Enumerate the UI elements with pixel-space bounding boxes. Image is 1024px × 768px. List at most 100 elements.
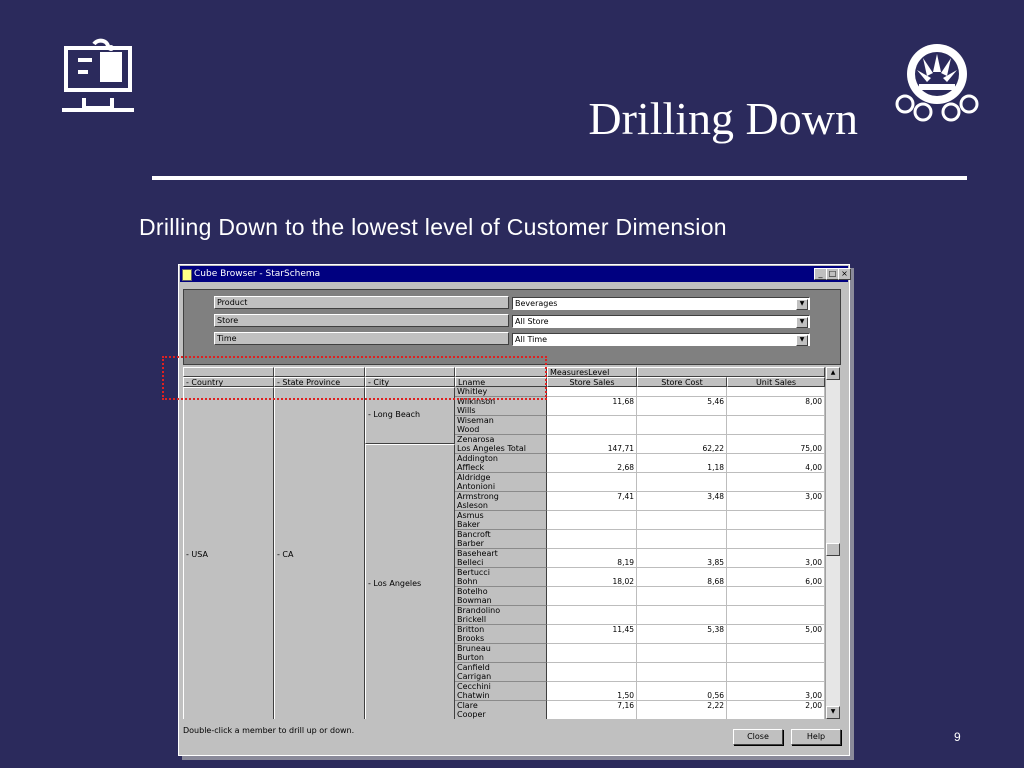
cell-cost[interactable]: 62,22	[637, 444, 727, 454]
lname-member[interactable]: Zenarosa	[455, 434, 547, 445]
cell-units[interactable]	[727, 520, 825, 530]
lname-member[interactable]: Botelho	[455, 586, 547, 597]
cell-sales[interactable]: 7,16	[547, 700, 637, 711]
cell-sales[interactable]	[547, 387, 637, 397]
help-button[interactable]: Help	[791, 729, 841, 745]
window-titlebar[interactable]: Cube Browser - StarSchema _ □ ×	[180, 266, 851, 282]
cell-cost[interactable]	[637, 615, 727, 625]
store-cost-header[interactable]: Store Cost	[637, 377, 727, 387]
lname-member[interactable]: Armstrong	[455, 491, 547, 502]
lname-member[interactable]: Wiseman	[455, 415, 547, 426]
lname-member[interactable]: Baker	[455, 520, 547, 530]
cell-cost[interactable]	[637, 425, 727, 435]
cell-cost[interactable]	[637, 596, 727, 606]
cell-sales[interactable]	[547, 643, 637, 654]
chevron-down-icon[interactable]: ▼	[796, 317, 808, 328]
cell-units[interactable]	[727, 548, 825, 559]
cell-units[interactable]	[727, 710, 825, 719]
cell-cost[interactable]	[637, 510, 727, 521]
lname-member[interactable]: Cooper	[455, 710, 547, 719]
vertical-scrollbar[interactable]: ▲ ▼	[825, 367, 840, 719]
lname-member[interactable]: Carrigan	[455, 672, 547, 682]
cell-units[interactable]: 6,00	[727, 577, 825, 587]
cell-cost[interactable]	[637, 567, 727, 578]
cell-cost[interactable]	[637, 501, 727, 511]
lname-member[interactable]: Affleck	[455, 463, 547, 473]
product-dropdown[interactable]: Beverages ▼	[512, 297, 810, 310]
cell-sales[interactable]: 8,19	[547, 558, 637, 568]
unit-sales-header[interactable]: Unit Sales	[727, 377, 825, 387]
cell-units[interactable]	[727, 596, 825, 606]
cell-cost[interactable]: 5,46	[637, 396, 727, 407]
lname-member[interactable]: Britton	[455, 624, 547, 635]
close-button[interactable]: Close	[733, 729, 783, 745]
cell-sales[interactable]	[547, 529, 637, 540]
scroll-thumb[interactable]	[826, 543, 840, 556]
cell-cost[interactable]: 3,48	[637, 491, 727, 502]
city-member-long-beach[interactable]: - Long Beach	[368, 410, 420, 419]
lname-member[interactable]: Wills	[455, 406, 547, 416]
country-member-usa[interactable]: - USA	[186, 550, 208, 559]
cell-units[interactable]	[727, 643, 825, 654]
cell-sales[interactable]	[547, 539, 637, 549]
cell-sales[interactable]	[547, 596, 637, 606]
lname-member[interactable]: Chatwin	[455, 691, 547, 701]
chevron-down-icon[interactable]: ▼	[796, 335, 808, 346]
cell-units[interactable]: 8,00	[727, 396, 825, 407]
cell-units[interactable]	[727, 425, 825, 435]
cell-cost[interactable]	[637, 548, 727, 559]
cell-units[interactable]: 3,00	[727, 691, 825, 701]
cell-units[interactable]: 3,00	[727, 558, 825, 568]
cell-cost[interactable]	[637, 653, 727, 663]
cell-units[interactable]	[727, 501, 825, 511]
cell-units[interactable]	[727, 482, 825, 492]
cell-units[interactable]	[727, 605, 825, 616]
cell-units[interactable]	[727, 415, 825, 426]
cell-sales[interactable]: 7,41	[547, 491, 637, 502]
lname-member[interactable]: Bohn	[455, 577, 547, 587]
cell-sales[interactable]: 2,68	[547, 463, 637, 473]
lname-member[interactable]: Addington	[455, 453, 547, 464]
lname-member[interactable]: Cecchini	[455, 681, 547, 692]
city-member-los-angeles[interactable]: - Los Angeles	[368, 579, 421, 588]
lname-member[interactable]: Brickell	[455, 615, 547, 625]
cell-cost[interactable]	[637, 406, 727, 416]
cell-units[interactable]	[727, 472, 825, 483]
cell-sales[interactable]	[547, 482, 637, 492]
cell-sales[interactable]	[547, 672, 637, 682]
cell-units[interactable]	[727, 453, 825, 464]
cell-units[interactable]	[727, 681, 825, 692]
cell-units[interactable]	[727, 529, 825, 540]
cell-units[interactable]	[727, 510, 825, 521]
chevron-down-icon[interactable]: ▼	[796, 299, 808, 310]
cell-sales[interactable]	[547, 501, 637, 511]
cell-sales[interactable]	[547, 406, 637, 416]
scroll-up-icon[interactable]: ▲	[826, 367, 840, 380]
cell-sales[interactable]	[547, 415, 637, 426]
cell-cost[interactable]	[637, 634, 727, 644]
lname-member[interactable]: Bancroft	[455, 529, 547, 540]
lname-member[interactable]: Clare	[455, 700, 547, 711]
lname-member[interactable]: Belleci	[455, 558, 547, 568]
cell-sales[interactable]	[547, 472, 637, 483]
cell-cost[interactable]: 5,38	[637, 624, 727, 635]
time-dropdown[interactable]: All Time ▼	[512, 333, 810, 346]
measures-level-header[interactable]: MeasuresLevel	[547, 367, 637, 377]
cell-sales[interactable]	[547, 520, 637, 530]
cell-cost[interactable]	[637, 520, 727, 530]
cell-units[interactable]	[727, 586, 825, 597]
cell-cost[interactable]	[637, 434, 727, 445]
cell-units[interactable]: 5,00	[727, 624, 825, 635]
cell-cost[interactable]	[637, 710, 727, 719]
cell-cost[interactable]	[637, 586, 727, 597]
cell-units[interactable]: 75,00	[727, 444, 825, 454]
cell-cost[interactable]	[637, 672, 727, 682]
cell-cost[interactable]	[637, 415, 727, 426]
lname-member[interactable]: Wood	[455, 425, 547, 435]
cell-sales[interactable]	[547, 605, 637, 616]
cell-units[interactable]: 2,00	[727, 700, 825, 711]
cell-sales[interactable]	[547, 662, 637, 673]
cell-cost[interactable]	[637, 662, 727, 673]
cell-cost[interactable]	[637, 605, 727, 616]
lname-member[interactable]: Bowman	[455, 596, 547, 606]
